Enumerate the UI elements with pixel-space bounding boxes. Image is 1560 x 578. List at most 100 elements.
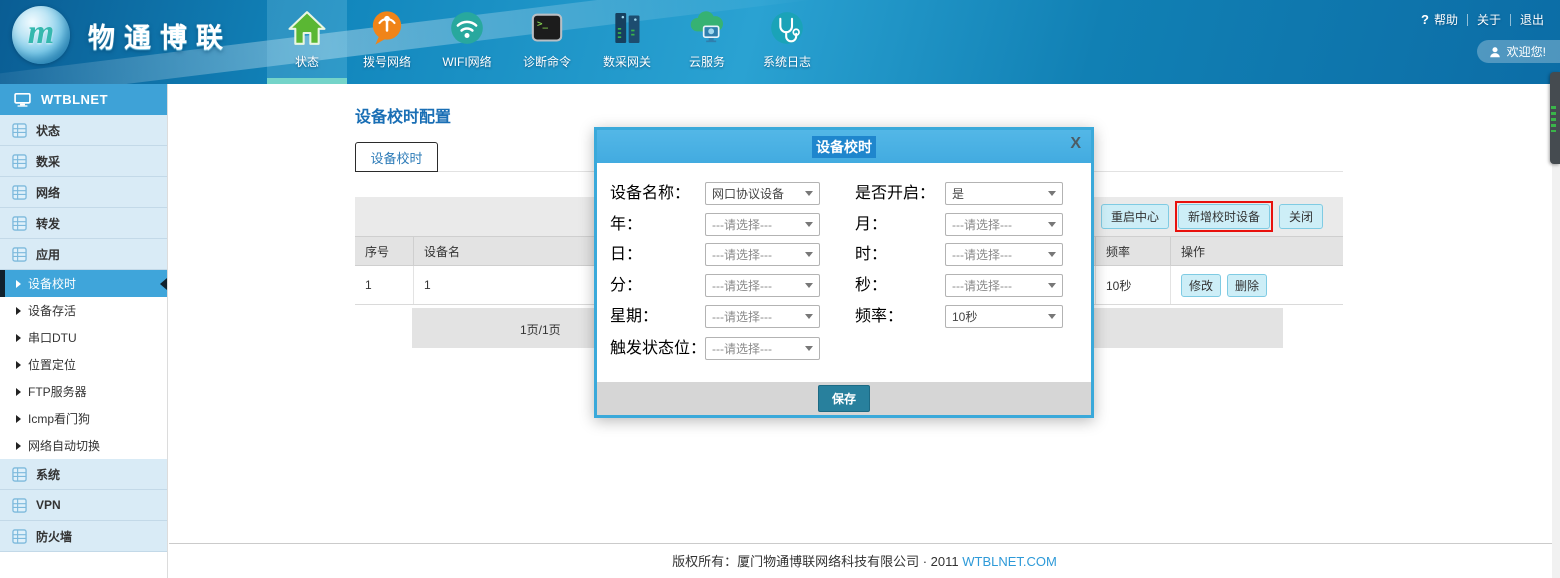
triangle-icon bbox=[16, 280, 21, 288]
table-icon bbox=[12, 216, 27, 231]
week-select[interactable]: ---请选择--- bbox=[705, 305, 820, 328]
about-link[interactable]: 关于 bbox=[1477, 11, 1501, 28]
sidebar-item-label: 应用 bbox=[36, 246, 60, 263]
sidebar-item-label: 位置定位 bbox=[28, 356, 76, 373]
dialup-network-icon bbox=[364, 5, 410, 51]
nav-item-data-gateway[interactable]: 数采网关 bbox=[587, 0, 667, 84]
nav-label: 状态 bbox=[295, 53, 319, 70]
cloud-icon bbox=[684, 5, 730, 51]
chevron-down-icon bbox=[1048, 222, 1056, 227]
chevron-down-icon bbox=[1048, 283, 1056, 288]
nav-label: 云服务 bbox=[689, 53, 725, 70]
restart-center-button[interactable]: 重启中心 bbox=[1101, 204, 1169, 229]
separator bbox=[1467, 14, 1468, 26]
nav-item-diagnostic-command[interactable]: >_ 诊断命令 bbox=[507, 0, 587, 84]
modify-button[interactable]: 修改 bbox=[1181, 274, 1221, 297]
chevron-down-icon bbox=[805, 283, 813, 288]
brand-logo: m 物通博联 bbox=[12, 6, 232, 64]
device-name-label: 设备名称： bbox=[610, 182, 690, 205]
sidebar-item-label: Icmp看门狗 bbox=[28, 410, 90, 427]
topbar: m 物通博联 状态 拨号网络 WIFI网络 >_ 诊断命令 bbox=[0, 0, 1560, 84]
gateway-icon bbox=[604, 5, 650, 51]
close-button[interactable]: 关闭 bbox=[1279, 204, 1323, 229]
frequency-select[interactable]: 10秒 bbox=[945, 305, 1063, 328]
second-select[interactable]: ---请选择--- bbox=[945, 274, 1063, 297]
logout-link[interactable]: 退出 bbox=[1520, 11, 1544, 28]
month-label: 月： bbox=[855, 213, 887, 236]
sidebar-item-label: VPN bbox=[36, 498, 61, 512]
nav-item-status[interactable]: 状态 bbox=[267, 0, 347, 84]
nav-item-dialup-network[interactable]: 拨号网络 bbox=[347, 0, 427, 84]
sidebar-item-ftp-server[interactable]: FTP服务器 bbox=[0, 378, 167, 405]
modal-footer: 保存 bbox=[597, 382, 1091, 415]
hour-label: 时： bbox=[855, 243, 887, 266]
sidebar-item-status[interactable]: 状态 bbox=[0, 115, 167, 146]
minute-select[interactable]: ---请选择--- bbox=[705, 274, 820, 297]
sidebar-item-label: 网络 bbox=[36, 184, 60, 201]
nav-item-system-log[interactable]: 系统日志 bbox=[747, 0, 827, 84]
wifi-icon bbox=[444, 5, 490, 51]
sidebar-item-location[interactable]: 位置定位 bbox=[0, 351, 167, 378]
day-select[interactable]: ---请选择--- bbox=[705, 243, 820, 266]
sidebar-item-serial-dtu[interactable]: 串口DTU bbox=[0, 324, 167, 351]
sidebar-item-device-timing[interactable]: 设备校时 bbox=[0, 270, 167, 297]
enabled-select[interactable]: 是 bbox=[945, 182, 1063, 205]
select-value: ---请选择--- bbox=[952, 216, 1012, 233]
triangle-icon bbox=[16, 307, 21, 315]
user-icon bbox=[1489, 46, 1501, 58]
nav-item-cloud-service[interactable]: 云服务 bbox=[667, 0, 747, 84]
sidebar-item-label: 系统 bbox=[36, 466, 60, 483]
sidebar-item-vpn[interactable]: VPN bbox=[0, 490, 167, 521]
syslog-icon bbox=[764, 5, 810, 51]
trigger-status-select[interactable]: ---请选择--- bbox=[705, 337, 820, 360]
cell-index: 1 bbox=[355, 266, 413, 304]
select-value: ---请选择--- bbox=[712, 340, 772, 357]
delete-button[interactable]: 删除 bbox=[1227, 274, 1267, 297]
minute-label: 分： bbox=[610, 274, 642, 297]
nav-label: WIFI网络 bbox=[442, 53, 491, 70]
hour-select[interactable]: ---请选择--- bbox=[945, 243, 1063, 266]
sidebar-item-label: 设备存活 bbox=[28, 302, 76, 319]
sidebar-item-network-auto-switch[interactable]: 网络自动切换 bbox=[0, 432, 167, 459]
sidebar-item-network[interactable]: 网络 bbox=[0, 177, 167, 208]
brand-name: 物通博联 bbox=[88, 16, 232, 55]
device-name-select[interactable]: 网口协议设备 bbox=[705, 182, 820, 205]
add-timing-device-button[interactable]: 新增校时设备 bbox=[1178, 204, 1270, 229]
tab-device-timing[interactable]: 设备校时 bbox=[355, 142, 438, 172]
trigger-status-label: 触发状态位： bbox=[610, 337, 706, 360]
sidebar-item-icmp-watchdog[interactable]: Icmp看门狗 bbox=[0, 405, 167, 432]
sidebar-item-forwarding[interactable]: 转发 bbox=[0, 208, 167, 239]
triangle-icon bbox=[16, 361, 21, 369]
column-header-operation: 操作 bbox=[1170, 237, 1343, 265]
wtblnet-link[interactable]: WTBLNET.COM bbox=[962, 554, 1057, 569]
week-label: 星期： bbox=[610, 305, 658, 328]
chevron-down-icon bbox=[805, 252, 813, 257]
save-button[interactable]: 保存 bbox=[818, 385, 870, 412]
sidebar-item-application[interactable]: 应用 bbox=[0, 239, 167, 270]
svg-text:>_: >_ bbox=[537, 18, 549, 29]
sidebar-item-device-keepalive[interactable]: 设备存活 bbox=[0, 297, 167, 324]
select-value: 10秒 bbox=[952, 308, 977, 325]
chevron-down-icon bbox=[805, 346, 813, 351]
month-select[interactable]: ---请选择--- bbox=[945, 213, 1063, 236]
sidebar-item-label: 网络自动切换 bbox=[28, 437, 100, 454]
nav-item-wifi-network[interactable]: WIFI网络 bbox=[427, 0, 507, 84]
table-icon bbox=[12, 185, 27, 200]
year-label: 年： bbox=[610, 213, 642, 236]
table-icon bbox=[12, 123, 27, 138]
sidebar-item-data-collection[interactable]: 数采 bbox=[0, 146, 167, 177]
sidebar-item-system[interactable]: 系统 bbox=[0, 459, 167, 490]
table-icon bbox=[12, 529, 27, 544]
close-icon[interactable]: X bbox=[1070, 135, 1081, 153]
year-select[interactable]: ---请选择--- bbox=[705, 213, 820, 236]
select-value: ---请选择--- bbox=[952, 277, 1012, 294]
chevron-down-icon bbox=[805, 314, 813, 319]
scrollbar-thumb[interactable] bbox=[1550, 72, 1560, 164]
help-link[interactable]: 帮助 bbox=[1434, 11, 1458, 28]
welcome-badge[interactable]: 欢迎您! bbox=[1477, 40, 1560, 63]
sidebar-item-firewall[interactable]: 防火墙 bbox=[0, 521, 167, 552]
day-label: 日： bbox=[610, 243, 642, 266]
select-value: ---请选择--- bbox=[712, 277, 772, 294]
top-links: ? 帮助 关于 退出 bbox=[1421, 11, 1544, 28]
table-icon bbox=[12, 247, 27, 262]
